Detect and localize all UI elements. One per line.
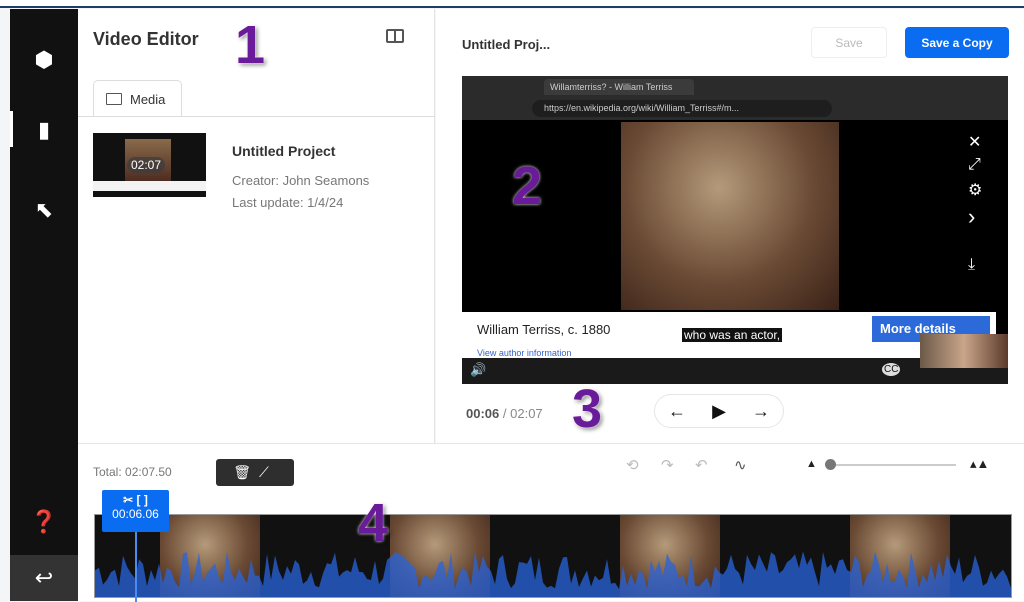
reset-icon[interactable]: ⟲	[626, 456, 639, 474]
timeline-track[interactable]	[94, 514, 1012, 598]
save-copy-button[interactable]: Save a Copy	[905, 27, 1009, 58]
time-separator: /	[502, 406, 507, 421]
project-thumbnail[interactable]: 02:07	[93, 133, 206, 197]
playhead[interactable]	[135, 532, 137, 602]
play-button[interactable]: ▶	[712, 401, 726, 422]
audio-waveform	[95, 551, 1011, 597]
caption-text: William Terriss, c. 1880	[477, 322, 611, 337]
help-icon[interactable]: ❓	[10, 509, 78, 535]
tab-label: Media	[130, 92, 166, 107]
video-preview[interactable]: Willamterriss? - William Terriss https:/…	[462, 76, 1008, 384]
undo-icon[interactable]: ↶	[695, 456, 708, 474]
annotation-1: 1	[235, 15, 266, 75]
project-creator: Creator: John Seamons	[232, 173, 370, 188]
thumbnail-caption	[93, 181, 206, 191]
zoom-slider-handle[interactable]	[825, 459, 836, 470]
project-name[interactable]: Untitled Project	[232, 143, 335, 159]
gear-icon: ⚙	[968, 182, 983, 199]
close-icon: ✕	[968, 134, 982, 151]
clip-toolbar: 🗑⟋	[216, 459, 294, 486]
save-button[interactable]: Save	[811, 27, 887, 58]
playback-time: 00:06 / 02:07	[466, 406, 543, 421]
total-duration-label: Total: 02:07.50	[93, 465, 172, 479]
timeline-panel: Total: 02:07.50 🗑⟋ ⟲ ↷ ↶ ∿ ▲ ▴▲ ✂ [ ] 00…	[78, 443, 1024, 602]
project-title: Untitled Proj...	[462, 37, 551, 52]
film-icon[interactable]: ▮	[10, 117, 78, 143]
subtitle-text: who was an actor,	[682, 328, 783, 342]
webcam-overlay	[920, 334, 1008, 368]
zoom-out-icon[interactable]: ▲	[806, 458, 817, 470]
download-icon: ⤓	[968, 256, 976, 273]
portrait-image	[621, 122, 839, 310]
cc-icon: CC	[882, 363, 901, 376]
delete-icon[interactable]: 🗑	[233, 464, 259, 480]
chevron-right-icon: ›	[968, 204, 976, 229]
thumbnail-duration: 02:07	[127, 157, 166, 173]
step-forward-button[interactable]: →	[752, 401, 770, 422]
playhead-time: 00:06.06	[112, 507, 159, 521]
preview-panel: Untitled Proj... Save Save a Copy Willam…	[436, 9, 1024, 443]
top-border	[0, 0, 1024, 8]
tab-media[interactable]: Media	[93, 80, 182, 117]
annotation-4: 4	[358, 493, 389, 553]
divider	[78, 116, 435, 117]
back-icon[interactable]: ↩	[10, 555, 78, 601]
browser-url: https://en.wikipedia.org/wiki/William_Te…	[532, 100, 832, 117]
layout-toggle-icon[interactable]	[386, 29, 404, 43]
folder-icon	[106, 93, 122, 105]
sidebar: ⬢ ▮ ⬉ ❓ ↩	[10, 9, 78, 601]
playhead-toolbar[interactable]: ✂ [ ] 00:06.06	[102, 490, 169, 532]
zoom-slider-track[interactable]	[828, 464, 956, 466]
browser-chrome: Willamterriss? - William Terriss https:/…	[462, 76, 1008, 120]
cursor-select-icon[interactable]: ⬉	[10, 197, 78, 223]
page-title: Video Editor	[93, 29, 199, 49]
zoom-in-icon[interactable]: ▴▲	[970, 456, 989, 472]
volume-icon: 🔊	[470, 362, 487, 377]
browser-tab: Willamterriss? - William Terriss	[544, 79, 694, 95]
redo-icon[interactable]: ↷	[661, 456, 674, 474]
image-caption: William Terriss, c. 1880 who was an acto…	[462, 312, 996, 358]
expand-icon: ⤢	[968, 156, 981, 173]
cut-trim-icons[interactable]: ✂ [ ]	[102, 493, 169, 507]
author-link: View author information	[477, 348, 572, 358]
link-icon[interactable]: ⟋	[259, 464, 277, 480]
current-time: 00:06	[466, 406, 500, 421]
annotation-2: 2	[512, 156, 543, 216]
annotation-3: 3	[572, 379, 603, 439]
total-duration: 02:07	[510, 406, 543, 421]
cube-icon[interactable]: ⬢	[10, 47, 78, 73]
waveform-icon[interactable]: ∿	[734, 456, 747, 474]
step-back-button[interactable]: ←	[668, 401, 686, 422]
playback-controls: ← ▶ →	[654, 394, 784, 428]
project-updated: Last update: 1/4/24	[232, 195, 344, 210]
